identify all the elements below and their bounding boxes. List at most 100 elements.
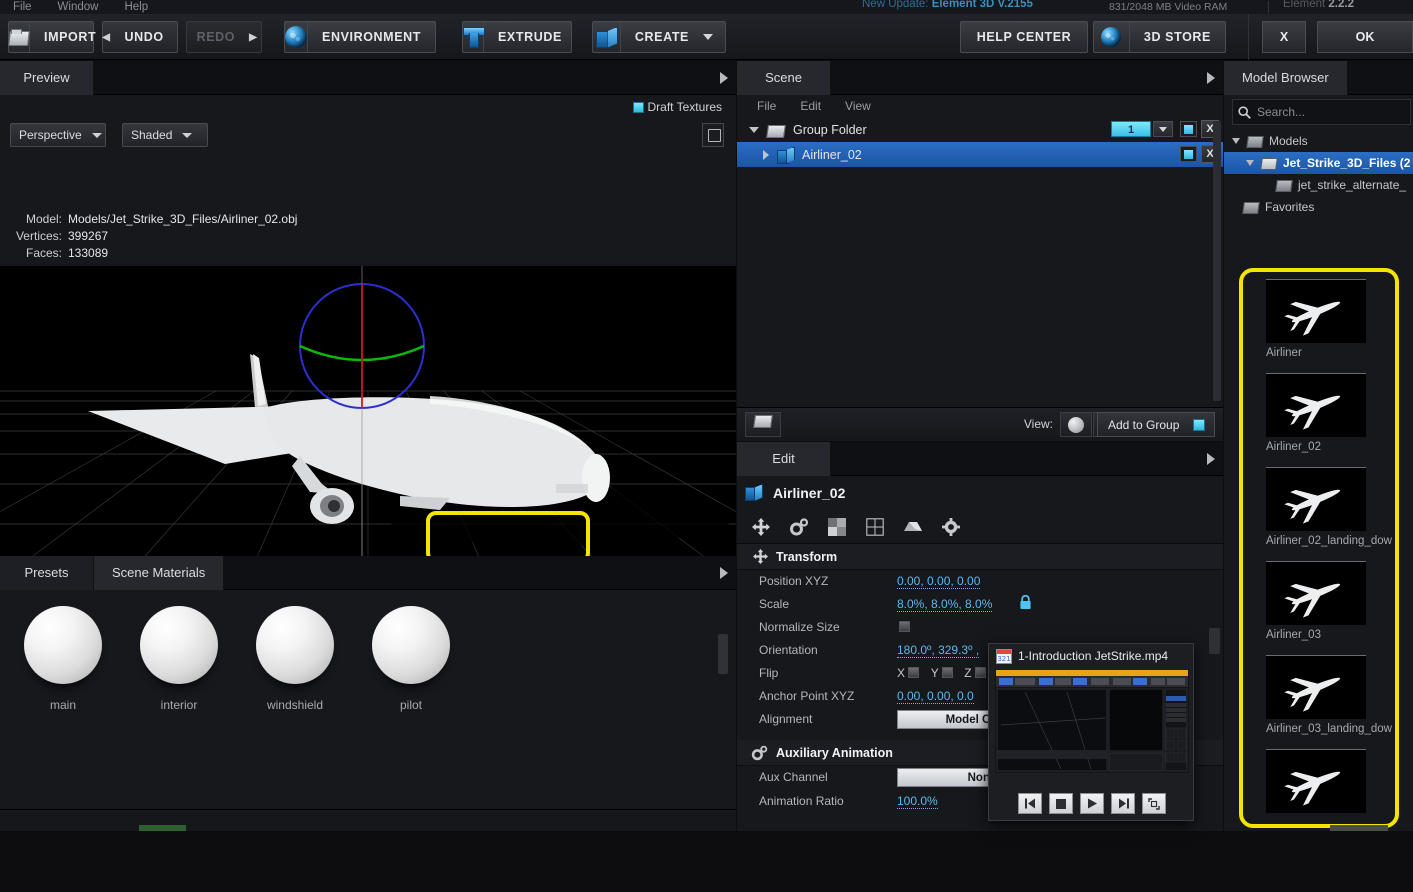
model-thumbnail[interactable] (1266, 655, 1366, 719)
material-label: windshield (266, 698, 324, 712)
model-thumbnail[interactable] (1266, 749, 1366, 813)
panel-menu-arrow-icon[interactable] (720, 567, 728, 579)
flip-x-checkbox[interactable] (908, 667, 920, 678)
add-to-group-button[interactable]: Add to Group (1097, 412, 1215, 437)
shade-mode-dropdown[interactable]: Shaded (122, 123, 208, 147)
tab-presets[interactable]: Presets (0, 556, 94, 590)
faces-label: Faces: (25, 246, 62, 260)
tree-item-jet-strike-3d-files[interactable]: Jet_Strike_3D_Files (2 (1224, 152, 1413, 174)
material-swatch[interactable]: main (13, 606, 113, 712)
panel-menu-arrow-icon[interactable] (1207, 72, 1215, 84)
tab-scene-materials[interactable]: Scene Materials (94, 556, 225, 590)
panel-menu-arrow-icon[interactable] (1207, 453, 1215, 465)
model-search-field[interactable]: Search... (1232, 99, 1411, 125)
camera-mode-dropdown[interactable]: Perspective (10, 123, 106, 147)
scene-menu-file[interactable]: File (745, 95, 788, 117)
animation-tab-icon[interactable] (787, 515, 811, 539)
model-thumbnail[interactable] (1266, 279, 1366, 343)
video-prev-button[interactable] (1018, 793, 1042, 814)
update-notice[interactable]: New Update: Element 3D V.2155 (862, 0, 1033, 10)
help-center-button[interactable]: HELP CENTER (960, 21, 1088, 53)
video-fullscreen-button[interactable] (1142, 793, 1166, 814)
tab-edit[interactable]: Edit (737, 442, 831, 476)
menu-help[interactable]: Help (111, 0, 161, 14)
model-thumbnail[interactable] (1266, 467, 1366, 531)
chevron-right-icon[interactable] (763, 149, 769, 160)
scene-scrollbar[interactable] (1213, 121, 1221, 401)
tab-preview[interactable]: Preview (0, 61, 94, 95)
flip-y-checkbox[interactable] (941, 667, 953, 678)
scene-menu-edit[interactable]: Edit (788, 95, 833, 117)
undo-button[interactable]: ◀ UNDO (102, 21, 178, 53)
environment-button[interactable]: ENVIRONMENT (284, 21, 436, 53)
group-count-field[interactable]: 1 (1111, 121, 1151, 137)
add-to-group-checkbox[interactable] (1193, 419, 1205, 431)
video-stop-button[interactable] (1049, 793, 1073, 814)
vertices-value: 399267 (68, 229, 109, 243)
redo-button[interactable]: REDO ▶ (186, 21, 262, 53)
tree-item-jet-strike-alternate[interactable]: jet_strike_alternate_ (1224, 174, 1413, 196)
property-value[interactable]: 180.0º, 329.3º , (897, 643, 980, 658)
group-count-dropdown[interactable] (1153, 121, 1173, 137)
edit-object-header: Airliner_02 (737, 476, 1223, 510)
model-list-item[interactable]: Airliner_03_landing_dow (1224, 651, 1413, 745)
visibility-toggle[interactable] (1180, 121, 1197, 137)
settings-tab-icon[interactable] (939, 515, 963, 539)
model-list-item[interactable]: Airliner_03 (1224, 557, 1413, 651)
extrude-tab-icon[interactable] (901, 515, 925, 539)
scene-tree-row-group-folder[interactable]: Group Folder 1 X (737, 117, 1223, 142)
expand-viewport-icon[interactable] (702, 123, 724, 147)
3d-viewport[interactable] (0, 266, 736, 573)
draft-textures-checkbox[interactable] (633, 102, 644, 113)
chevron-down-icon[interactable] (1232, 138, 1240, 144)
video-thumbnail[interactable] (995, 670, 1189, 773)
material-swatch[interactable]: windshield (245, 606, 345, 712)
extrude-button[interactable]: EXTRUDE (462, 21, 572, 53)
property-value[interactable]: 0.00, 0.00, 0.0 (897, 689, 974, 704)
uv-tab-icon[interactable] (863, 515, 887, 539)
lock-icon[interactable] (1019, 594, 1032, 610)
create-button[interactable]: CREATE (592, 21, 726, 53)
view-mode-sphere-button[interactable] (1060, 412, 1092, 437)
materials-tab-icon[interactable] (825, 515, 849, 539)
tree-item-favorites[interactable]: Favorites (1224, 196, 1413, 218)
ok-button[interactable]: OK (1317, 21, 1413, 53)
model-list-item[interactable]: Airliner_02_landing_dow (1224, 463, 1413, 557)
property-value[interactable]: 100.0% (897, 794, 938, 809)
transform-section-header[interactable]: Transform (737, 544, 1223, 570)
property-value[interactable]: 0.00, 0.00, 0.00 (897, 574, 981, 589)
video-play-button[interactable] (1080, 793, 1104, 814)
menu-file[interactable]: File (0, 0, 45, 14)
scene-tree-row-airliner[interactable]: Airliner_02 X (737, 142, 1223, 167)
panel-menu-arrow-icon[interactable] (720, 72, 728, 84)
normalize-size-checkbox[interactable] (899, 621, 910, 632)
material-swatch[interactable]: interior (129, 606, 229, 712)
app-menubar[interactable]: File Window Help (0, 0, 161, 14)
video-popup[interactable]: 321 1-Introduction JetStrike.mp4 (988, 643, 1194, 821)
edit-scrollbar[interactable] (1209, 628, 1220, 654)
tree-item-models[interactable]: Models (1224, 130, 1413, 152)
menu-window[interactable]: Window (45, 0, 112, 14)
new-group-button[interactable] (745, 412, 781, 437)
model-thumbnail-list[interactable]: Airliner Airliner_02 Airliner_02_landing… (1224, 275, 1413, 892)
scene-menu-view[interactable]: View (833, 95, 883, 117)
import-button[interactable]: IMPORT (8, 21, 96, 53)
visibility-toggle[interactable] (1180, 146, 1197, 162)
close-button[interactable]: X (1262, 21, 1306, 53)
chevron-down-icon[interactable] (1246, 160, 1254, 166)
video-frame (995, 670, 1189, 773)
chevron-down-icon[interactable] (749, 126, 759, 133)
tab-scene[interactable]: Scene (737, 61, 831, 95)
material-swatch[interactable]: pilot (361, 606, 461, 712)
property-value[interactable]: 8.0%, 8.0%, 8.0% (897, 597, 993, 612)
video-next-button[interactable] (1111, 793, 1135, 814)
model-thumbnail[interactable] (1266, 373, 1366, 437)
3d-store-button[interactable]: 3D STORE (1093, 21, 1226, 53)
presets-scrollbar[interactable] (718, 634, 728, 674)
model-list-item[interactable]: Airliner (1224, 275, 1413, 369)
model-thumbnail[interactable] (1266, 561, 1366, 625)
flip-z-checkbox[interactable] (974, 667, 986, 678)
transform-tab-icon[interactable] (749, 515, 773, 539)
model-list-item[interactable]: Airliner_02 (1224, 369, 1413, 463)
tab-model-browser[interactable]: Model Browser (1224, 61, 1348, 95)
